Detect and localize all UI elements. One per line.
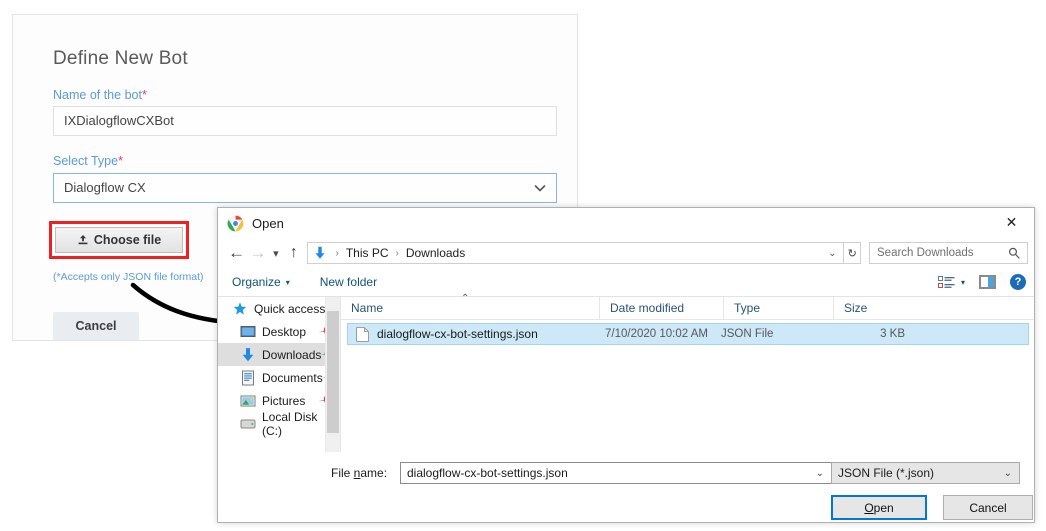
column-header-size[interactable]: Size <box>834 297 929 319</box>
sort-ascending-icon: ⌃ <box>461 293 469 304</box>
chevron-down-icon: ▾ <box>286 278 290 287</box>
nav-item-desktop[interactable]: Desktop 📌 <box>218 320 340 343</box>
select-type-dropdown[interactable]: Dialogflow CX <box>53 173 557 203</box>
nav-item-local-disk[interactable]: Local Disk (C:) <box>218 412 340 435</box>
select-type-value: Dialogflow CX <box>64 180 146 195</box>
column-header-name[interactable]: Name ⌃ <box>341 297 600 319</box>
file-name-cell: dialogflow-cx-bot-settings.json <box>377 327 605 341</box>
close-icon[interactable]: ✕ <box>989 208 1034 237</box>
bot-name-value: IXDialogflowCXBot <box>64 113 174 128</box>
chevron-down-icon[interactable]: ▾ <box>269 240 284 266</box>
form-cancel-label: Cancel <box>76 319 117 333</box>
bot-name-label: Name of the bot* <box>53 88 147 102</box>
bot-name-input[interactable]: IXDialogflowCXBot <box>53 106 557 136</box>
breadcrumb-separator: › <box>330 248 343 259</box>
desktop-icon <box>240 324 256 340</box>
file-type-cell: JSON File <box>721 328 831 340</box>
downloads-arrow-icon <box>240 347 256 363</box>
nav-item-label: Documents <box>262 371 323 385</box>
nav-item-downloads[interactable]: Downloads 📌 <box>218 343 340 366</box>
nav-item-label: Pictures <box>262 394 320 408</box>
choose-file-label: Choose file <box>94 233 161 247</box>
nav-pane-scrollbar[interactable]: chevron-up-icon <box>325 297 340 455</box>
file-name-value: dialogflow-cx-bot-settings.json <box>401 466 816 480</box>
select-type-label: Select Type* <box>53 154 123 168</box>
view-options-chevron-down-icon[interactable]: ▾ <box>961 278 965 287</box>
open-mnemonic: O <box>864 501 873 515</box>
file-size-cell: 3 KB <box>831 328 905 340</box>
explorer-toolbar: Organize ▾ New folder ▾ ? <box>218 268 1034 297</box>
scrollbar-thumb[interactable] <box>327 311 339 433</box>
chrome-icon <box>227 215 244 232</box>
pictures-icon <box>240 393 256 409</box>
search-placeholder: Search Downloads <box>870 247 1008 259</box>
list-view-icon[interactable] <box>938 276 955 289</box>
file-name-label: File name: <box>331 466 387 480</box>
arrow-up-icon[interactable]: ↑ <box>283 240 304 266</box>
file-date-cell: 7/10/2020 10:02 AM <box>605 328 721 340</box>
navigation-pane: Quick access Desktop 📌 Downloads <box>218 297 340 455</box>
breadcrumb[interactable]: › This PC › Downloads ⌄ <box>307 242 844 264</box>
file-format-hint: (*Accepts only JSON file format) <box>53 271 204 283</box>
file-type-dropdown[interactable]: JSON File (*.json) ⌄ <box>831 462 1020 484</box>
column-header-date-modified[interactable]: Date modified <box>600 297 724 319</box>
upload-icon <box>77 234 89 246</box>
open-file-dialog: Open ✕ ← → ▾ ↑ › This PC › Downloads ⌄ ↻… <box>217 207 1035 523</box>
help-icon[interactable]: ? <box>1010 274 1026 290</box>
nav-item-label: Desktop <box>262 325 320 339</box>
json-file-icon <box>356 327 369 342</box>
breadcrumb-item-this-pc[interactable]: This PC <box>344 246 391 260</box>
open-button[interactable]: Open <box>831 495 927 520</box>
required-asterisk: * <box>142 88 147 102</box>
dialog-footer: File name: dialogflow-cx-bot-settings.js… <box>218 452 1034 522</box>
breadcrumb-separator: › <box>391 248 404 259</box>
file-name-input[interactable]: dialogflow-cx-bot-settings.json ⌄ <box>400 462 832 484</box>
dialog-body: Quick access Desktop 📌 Downloads <box>218 297 1034 455</box>
chevron-up-icon[interactable]: chevron-up-icon <box>326 297 340 311</box>
breadcrumb-dropdown-icon[interactable]: ⌄ <box>828 248 843 259</box>
chevron-down-icon: ⌄ <box>1004 468 1019 479</box>
dialog-cancel-button[interactable]: Cancel <box>943 495 1033 520</box>
dialog-cancel-label: Cancel <box>969 501 1006 515</box>
nav-item-documents[interactable]: Documents 📌 <box>218 366 340 389</box>
star-pin-icon <box>232 301 248 317</box>
required-asterisk: * <box>118 154 123 168</box>
refresh-icon[interactable]: ↻ <box>844 242 861 264</box>
preview-pane-icon[interactable] <box>979 275 996 289</box>
search-icon <box>1008 247 1027 259</box>
file-list-pane: Name ⌃ Date modified Type Size dialogflo… <box>340 297 1034 455</box>
file-row[interactable]: dialogflow-cx-bot-settings.json 7/10/202… <box>347 323 1029 345</box>
arrow-left-icon[interactable]: ← <box>226 240 247 266</box>
form-cancel-button[interactable]: Cancel <box>53 312 139 340</box>
documents-icon <box>240 370 256 386</box>
arrow-right-icon[interactable]: → <box>247 240 268 266</box>
organize-label: Organize <box>232 275 281 289</box>
column-header-type[interactable]: Type <box>724 297 834 319</box>
breadcrumb-item-downloads[interactable]: Downloads <box>404 246 467 260</box>
chevron-down-icon[interactable]: ⌄ <box>816 468 831 479</box>
dialog-title: Open <box>252 216 284 231</box>
dialog-title-bar: Open ✕ <box>218 208 1034 238</box>
disk-icon <box>240 416 256 432</box>
nav-item-label: Downloads <box>262 348 321 362</box>
downloads-arrow-icon <box>313 246 327 260</box>
file-type-value: JSON File (*.json) <box>832 466 1004 480</box>
choose-file-button[interactable]: Choose file <box>55 227 183 253</box>
new-folder-label: New folder <box>320 275 377 289</box>
chevron-down-icon <box>534 182 546 194</box>
search-input[interactable]: Search Downloads <box>869 242 1028 264</box>
organize-menu[interactable]: Organize ▾ <box>232 275 290 289</box>
nav-item-quick-access[interactable]: Quick access <box>218 297 340 320</box>
page-title: Define New Bot <box>53 48 188 70</box>
navigation-bar: ← → ▾ ↑ › This PC › Downloads ⌄ ↻ Search… <box>218 238 1034 268</box>
file-list-header: Name ⌃ Date modified Type Size <box>341 297 1034 320</box>
new-folder-button[interactable]: New folder <box>320 275 377 289</box>
